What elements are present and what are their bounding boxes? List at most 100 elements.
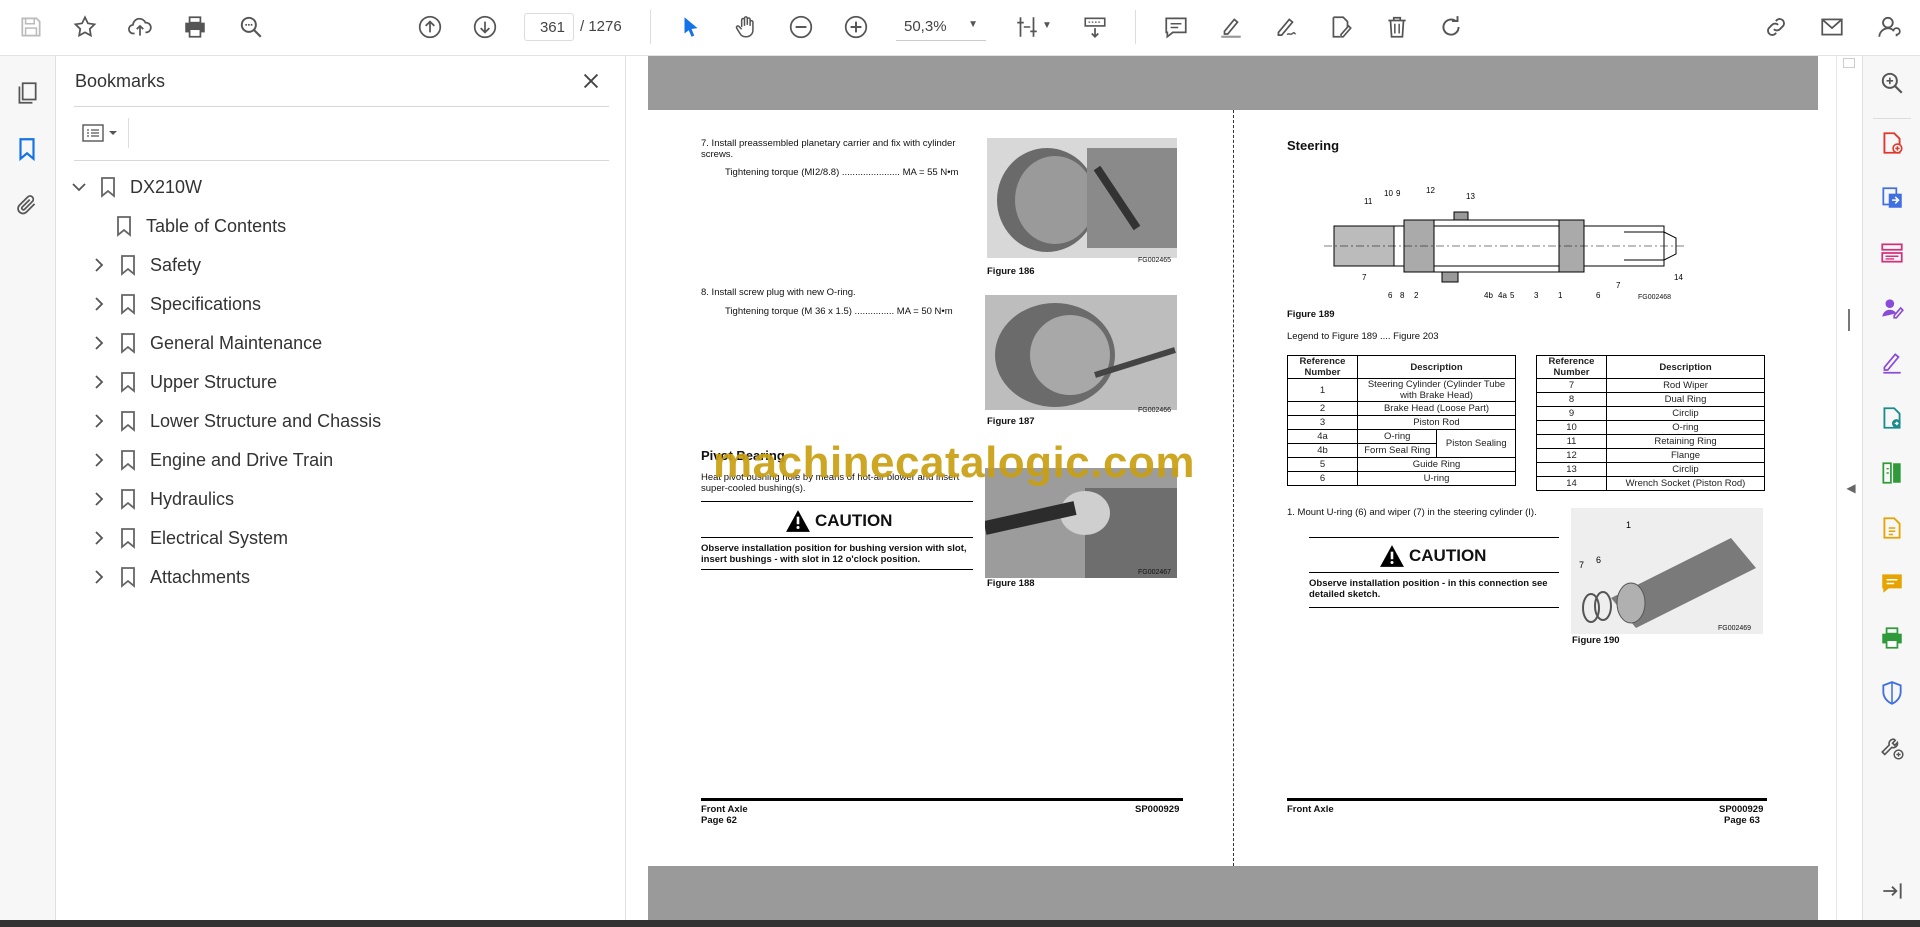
- bookmark-options-button[interactable]: [76, 118, 126, 148]
- table-row: 11 Retaining Ring: [1536, 434, 1765, 449]
- chevron-right-icon[interactable]: [90, 529, 108, 547]
- combine-files-icon[interactable]: [1875, 511, 1909, 545]
- attachment-icon[interactable]: [10, 188, 44, 222]
- bookmark-item-specifications[interactable]: Specifications: [90, 289, 261, 319]
- chevron-right-icon[interactable]: [90, 412, 108, 430]
- column-header: Reference Number: [1287, 355, 1358, 379]
- compare-files-icon[interactable]: [1875, 456, 1909, 490]
- chevron-down-icon[interactable]: [70, 178, 88, 196]
- caution-rule: [701, 501, 973, 502]
- bookmark-item-electrical-system[interactable]: Electrical System: [90, 523, 288, 553]
- page-thumbnails-icon[interactable]: [10, 76, 44, 110]
- table-row: 10 O-ring: [1536, 420, 1765, 435]
- table-cell: Circlip: [1606, 462, 1765, 477]
- table-cell: Circlip: [1606, 406, 1765, 421]
- svg-text:6: 6: [1388, 291, 1393, 300]
- bookmarks-title: Bookmarks: [75, 71, 166, 91]
- star-icon[interactable]: [68, 10, 102, 44]
- figure-187-caption: Figure 187: [987, 416, 1035, 427]
- column-header: Description: [1357, 355, 1516, 379]
- zoom-search-icon[interactable]: [1875, 66, 1909, 100]
- previous-page-icon[interactable]: [413, 10, 447, 44]
- chevron-right-icon[interactable]: [90, 490, 108, 508]
- zoom-out-icon[interactable]: [784, 10, 818, 44]
- redo-icon[interactable]: [1434, 10, 1468, 44]
- bookmark-root-dx210w[interactable]: DX210W: [70, 172, 202, 202]
- fill-sign-icon[interactable]: [1324, 10, 1358, 44]
- bookmark-item-lower-structure[interactable]: Lower Structure and Chassis: [90, 406, 381, 436]
- chevron-right-icon[interactable]: [90, 256, 108, 274]
- chevron-right-icon[interactable]: [90, 373, 108, 391]
- bookmark-item-table-of-contents[interactable]: Table of Contents: [116, 211, 286, 241]
- create-pdf-icon[interactable]: [1875, 126, 1909, 160]
- search-zoom-icon[interactable]: [234, 10, 268, 44]
- bookmark-item-attachments[interactable]: Attachments: [90, 562, 250, 592]
- bookmark-flag-icon: [121, 333, 135, 354]
- zoom-level-select[interactable]: 50,3% ▼: [896, 13, 986, 41]
- footer-page-number: Page 62: [701, 815, 737, 826]
- bookmark-item-upper-structure[interactable]: Upper Structure: [90, 367, 277, 397]
- bookmark-flag-icon: [121, 567, 135, 588]
- more-tools-icon[interactable]: [1875, 731, 1909, 765]
- print-icon[interactable]: [178, 10, 212, 44]
- hand-tool-icon[interactable]: [729, 10, 763, 44]
- protect-shield-icon[interactable]: [1875, 676, 1909, 710]
- table-cell: O-ring: [1356, 429, 1438, 444]
- collapse-right-panel-icon[interactable]: ◀: [1844, 468, 1858, 508]
- bookmark-item-engine-drive-train[interactable]: Engine and Drive Train: [90, 445, 333, 475]
- page-gap-bottom: [648, 866, 1818, 920]
- caution-rule: [701, 537, 973, 538]
- scrollbar-top-arrow[interactable]: [1843, 58, 1855, 68]
- chevron-down-icon[interactable]: ▼: [1042, 20, 1052, 31]
- bookmark-item-safety[interactable]: Safety: [90, 250, 201, 280]
- bookmark-item-general-maintenance[interactable]: General Maintenance: [90, 328, 322, 358]
- page-fit-icon[interactable]: [1010, 10, 1044, 44]
- bookmark-label: Safety: [150, 254, 202, 275]
- export-pdf-icon[interactable]: [1875, 181, 1909, 215]
- chevron-right-icon[interactable]: [90, 568, 108, 586]
- warning-triangle-icon: [1380, 545, 1404, 567]
- edit-pdf-icon[interactable]: [1875, 401, 1909, 435]
- bookmark-flag-icon: [121, 489, 135, 510]
- scroll-mode-icon[interactable]: [1078, 10, 1112, 44]
- scrollbar-thumb[interactable]: [1848, 309, 1850, 331]
- document-page-right: Steering 11 10 9 12 13 7 6 8 2 4b 4a 5 3…: [1234, 110, 1819, 865]
- table-cell: 5: [1287, 457, 1358, 472]
- next-page-icon[interactable]: [468, 10, 502, 44]
- bookmark-item-hydraulics[interactable]: Hydraulics: [90, 484, 234, 514]
- request-signature-icon[interactable]: [1875, 291, 1909, 325]
- table-row: 14 Wrench Socket (Piston Rod): [1536, 476, 1765, 491]
- close-icon[interactable]: [576, 66, 606, 96]
- upload-cloud-icon[interactable]: [123, 10, 157, 44]
- chevron-right-icon[interactable]: [90, 451, 108, 469]
- table-row: 12 Flange: [1536, 448, 1765, 463]
- caution-rule: [701, 569, 973, 570]
- expand-panel-icon[interactable]: [1875, 874, 1909, 908]
- delete-icon[interactable]: [1380, 10, 1414, 44]
- print-production-icon[interactable]: [1875, 621, 1909, 655]
- step-7-text: 7. Install preassembled planetary carrie…: [701, 138, 956, 160]
- page-number-input[interactable]: [524, 13, 574, 41]
- select-cursor-icon[interactable]: [674, 10, 708, 44]
- share-link-icon[interactable]: [1759, 10, 1793, 44]
- svg-text:2: 2: [1414, 291, 1419, 300]
- svg-text:1: 1: [1558, 291, 1563, 300]
- highlight-pen-icon[interactable]: [1214, 10, 1248, 44]
- bookmark-icon[interactable]: [10, 132, 44, 166]
- chevron-right-icon[interactable]: [90, 334, 108, 352]
- table-cell: 8: [1536, 392, 1607, 407]
- zoom-in-icon[interactable]: [839, 10, 873, 44]
- draw-pen-icon[interactable]: [1269, 10, 1303, 44]
- footer-page-number: Page 63: [1724, 815, 1760, 826]
- figure-188-caption: Figure 188: [987, 578, 1035, 589]
- comment-icon[interactable]: [1159, 10, 1193, 44]
- mail-icon[interactable]: [1815, 10, 1849, 44]
- organize-pages-icon[interactable]: [1875, 236, 1909, 270]
- account-icon[interactable]: [1872, 10, 1906, 44]
- comment-tool-icon[interactable]: [1875, 566, 1909, 600]
- save-icon[interactable]: [14, 10, 48, 44]
- table-cell: 7: [1536, 378, 1607, 393]
- fill-and-sign-icon[interactable]: [1875, 346, 1909, 380]
- chevron-right-icon[interactable]: [90, 295, 108, 313]
- svg-text:12: 12: [1426, 186, 1435, 195]
